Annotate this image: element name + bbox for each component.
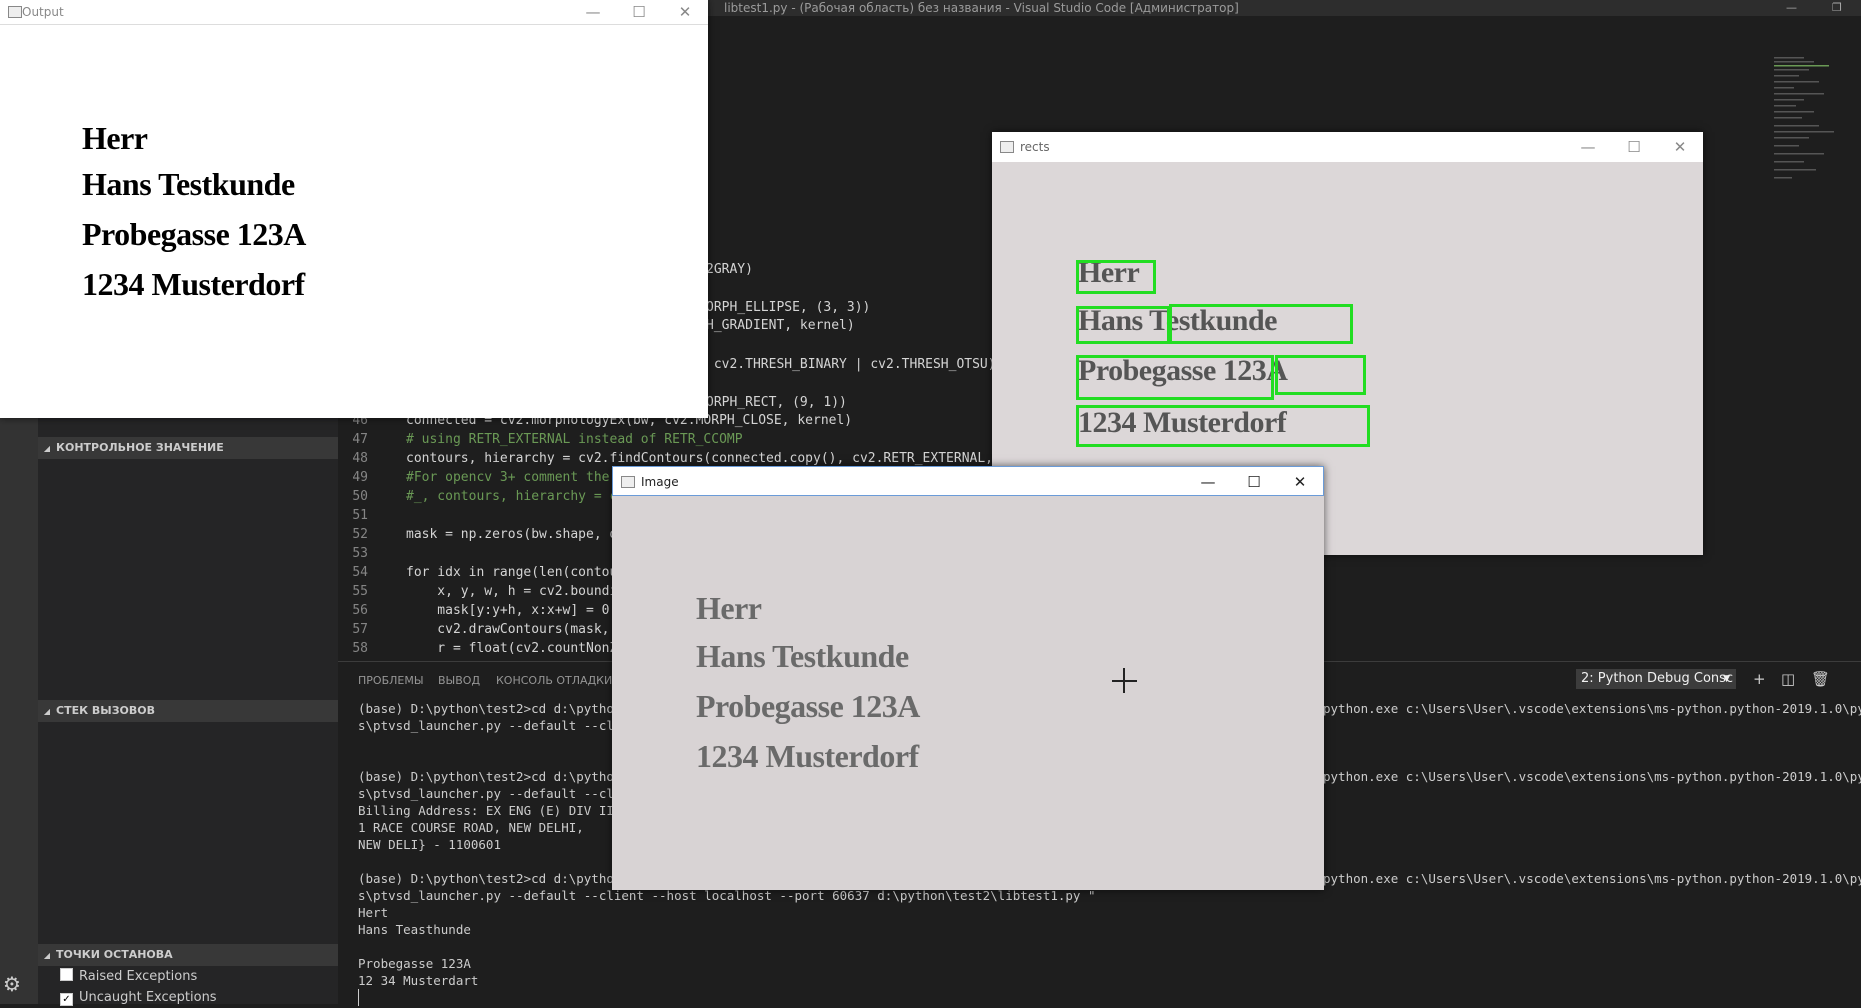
image-window: Image — ☐ ✕ Herr Hans Testkunde Probegas…: [612, 466, 1324, 890]
image-text-line: 1234 Musterdorf: [696, 738, 919, 774]
code-line: # using RETR_EXTERNAL instead of RETR_CC…: [406, 432, 743, 447]
terminal-line: (base) D:\python\test2>cd d:\python\: [358, 701, 629, 716]
add-terminal-icon[interactable]: +: [1753, 670, 1766, 688]
callstack-section-label: СТЕК ВЫЗОВОВ: [56, 704, 155, 717]
close-button[interactable]: ✕: [1277, 467, 1323, 497]
tab-output[interactable]: ВЫВОД: [438, 674, 480, 687]
maximize-button[interactable]: ☐: [1231, 467, 1277, 497]
terminal-select-value: 2: Python Debug Consc: [1581, 671, 1734, 686]
window-icon: [8, 6, 22, 18]
maximize-button[interactable]: ☐: [1611, 132, 1657, 162]
checkbox[interactable]: [60, 968, 73, 981]
rects-titlebar[interactable]: rects — ☐ ✕: [992, 132, 1703, 162]
terminal-line: s\ptvsd_launcher.py --default --clie: [358, 718, 629, 733]
terminal-line: 1 RACE COURSE ROAD, NEW DELHI,: [358, 820, 584, 835]
code-line: #For opencv 3+ comment the: [406, 470, 610, 485]
vscode-title: libtest1.py - (Рабочая область) без назв…: [724, 1, 1239, 15]
minimize-button[interactable]: —: [1185, 467, 1231, 497]
word-bounding-box: [1169, 304, 1353, 344]
minimize-button[interactable]: —: [570, 0, 616, 24]
image-text-line: Herr: [696, 590, 762, 626]
code-line: cv2.drawContours(mask,: [406, 622, 610, 637]
collapse-arrow-icon: ◢: [43, 444, 51, 453]
code-line: mask = np.zeros(bw.shape, d: [406, 527, 618, 542]
output-text-line: Probegasse 123A: [82, 216, 306, 252]
close-button[interactable]: ✕: [1657, 132, 1703, 162]
word-bounding-box: [1275, 355, 1366, 395]
word-bounding-box: [1076, 306, 1170, 344]
terminal-select[interactable]: 2: Python Debug Consc ▼: [1576, 669, 1736, 689]
minimap[interactable]: [1772, 55, 1852, 195]
rects-title: rects: [1020, 140, 1050, 154]
word-bounding-box: [1076, 260, 1156, 294]
terminal-line: python.exe c:\Users\User\.vscode\extensi…: [1323, 701, 1861, 716]
code-line: #_, contours, hierarchy = c: [406, 489, 618, 504]
image-text-line: Hans Testkunde: [696, 638, 909, 674]
vscode-minimize-button[interactable]: —: [1786, 0, 1797, 16]
terminal-line: (base) D:\python\test2>cd d:\python\: [358, 769, 629, 784]
output-text-line: Hans Testkunde: [82, 166, 295, 202]
output-text-line: 1234 Musterdorf: [82, 266, 305, 302]
output-window: Output — ☐ ✕ Herr Hans Testkunde Probega…: [0, 0, 708, 418]
terminal-line: Hert: [358, 905, 389, 920]
watch-section-header[interactable]: ◢ КОНТРОЛЬНОЕ ЗНАЧЕНИЕ: [38, 437, 338, 459]
callstack-section-header[interactable]: ◢ СТЕК ВЫЗОВОВ: [38, 700, 338, 722]
terminal-line: 12 34 Musterdart: [358, 973, 479, 988]
image-titlebar[interactable]: Image — ☐ ✕: [612, 466, 1324, 496]
code-fragment: ORPH_ELLIPSE, (3, 3)): [706, 300, 871, 315]
output-titlebar[interactable]: Output — ☐ ✕: [0, 0, 708, 25]
gear-icon[interactable]: ⚙: [3, 972, 21, 996]
code-fragment: ORPH_RECT, (9, 1)): [706, 395, 847, 410]
minimize-button[interactable]: —: [1565, 132, 1611, 162]
maximize-button[interactable]: ☐: [616, 0, 662, 24]
terminal-line: Hans Teasthunde: [358, 922, 471, 937]
image-title: Image: [641, 475, 679, 489]
collapse-arrow-icon: ◢: [43, 707, 51, 716]
terminal-line: Probegasse 123A: [358, 956, 471, 971]
code-fragment: 2GRAY): [706, 262, 753, 277]
breakpoint-raised-exceptions[interactable]: Raised Exceptions: [60, 967, 197, 987]
terminal-line: Billing Address: EX ENG (E) DIV II C: [358, 803, 629, 818]
watch-section-label: КОНТРОЛЬНОЕ ЗНАЧЕНИЕ: [56, 441, 224, 454]
word-bounding-box: [1076, 355, 1274, 400]
output-title: Output: [22, 5, 64, 19]
breakpoint-uncaught-exceptions[interactable]: ✓ Uncaught Exceptions: [60, 988, 217, 1008]
close-button[interactable]: ✕: [662, 0, 708, 24]
terminal-line: python.exe c:\Users\User\.vscode\extensi…: [1323, 769, 1861, 784]
chevron-down-icon: ▼: [1723, 674, 1730, 684]
word-bounding-box: [1076, 405, 1370, 447]
terminal-cursor: [358, 989, 365, 1006]
code-fragment: cv2.THRESH_BINARY | cv2.THRESH_OTSU): [706, 357, 996, 372]
tab-debug-console[interactable]: КОНСОЛЬ ОТЛАДКИ: [496, 674, 612, 687]
breakpoints-section-label: ТОЧКИ ОСТАНОВА: [56, 948, 173, 961]
terminal-line: (base) D:\python\test2>cd d:\python\: [358, 871, 629, 886]
terminal-line: python.exe c:\Users\User\.vscode\extensi…: [1323, 871, 1861, 886]
window-icon: [621, 476, 635, 488]
breakpoint-label: Uncaught Exceptions: [79, 990, 217, 1005]
code-line: mask[y:y+h, x:x+w] = 0: [406, 603, 610, 618]
output-text-line: Herr: [82, 120, 148, 156]
code-line: x, y, w, h = cv2.boundi: [406, 584, 618, 599]
window-icon: [1000, 141, 1014, 153]
code-line: for idx in range(len(contou: [406, 565, 618, 580]
code-fragment: H_GRADIENT, kernel): [706, 318, 855, 333]
terminal-line: s\ptvsd_launcher.py --default --clie: [358, 786, 629, 801]
tab-problems[interactable]: ПРОБЛЕМЫ: [358, 674, 424, 687]
crosshair-cursor-icon: [1123, 668, 1125, 693]
trash-icon[interactable]: 🗑: [1811, 670, 1830, 688]
checkbox[interactable]: ✓: [60, 993, 73, 1006]
split-terminal-icon[interactable]: ◫: [1781, 670, 1795, 688]
code-line: r = float(cv2.countNonZ: [406, 641, 618, 656]
terminal-line: NEW DELI} - 1100601: [358, 837, 501, 852]
breakpoints-section-header[interactable]: ◢ ТОЧКИ ОСТАНОВА: [38, 944, 338, 966]
vscode-restore-button[interactable]: ❐: [1832, 0, 1842, 16]
collapse-arrow-icon: ◢: [43, 951, 51, 960]
breakpoint-label: Raised Exceptions: [79, 969, 198, 984]
activity-bar: [0, 418, 38, 1004]
image-text-line: Probegasse 123A: [696, 688, 920, 724]
